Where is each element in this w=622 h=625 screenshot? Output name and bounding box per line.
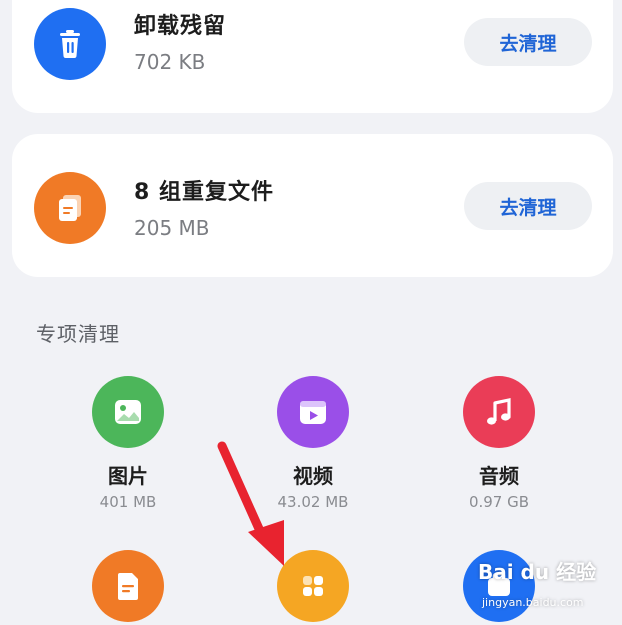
trash-icon xyxy=(34,8,106,80)
category-size: 0.97 GB xyxy=(468,493,530,511)
category-images[interactable]: 图片 401 MB xyxy=(43,376,213,511)
category-label: 音频 xyxy=(479,464,519,488)
category-size: 401 MB xyxy=(99,493,157,511)
watermark-logo: Bai du 经验 xyxy=(478,560,597,584)
video-icon xyxy=(277,376,349,448)
clean-button[interactable]: 去清理 xyxy=(464,18,592,66)
category-label: 图片 xyxy=(108,464,148,488)
section-title: 专项清理 xyxy=(36,322,120,346)
uninstall-residue-card: 卸载残留 702 KB 去清理 xyxy=(12,0,613,113)
duplicate-files-icon xyxy=(34,172,106,244)
category-audio[interactable]: 音频 0.97 GB xyxy=(414,376,584,511)
annotation-arrow-icon xyxy=(217,441,284,566)
image-icon xyxy=(92,376,164,448)
card-title: 8 组重复文件 xyxy=(134,180,274,205)
card-size: 205 MB xyxy=(134,216,210,240)
category-documents[interactable] xyxy=(43,550,213,622)
duplicate-files-card: 8 组重复文件 205 MB 去清理 xyxy=(12,134,613,277)
document-icon xyxy=(92,550,164,622)
card-size: 702 KB xyxy=(134,50,206,74)
watermark-url: jingyan.baidu.com xyxy=(482,596,584,609)
clean-button[interactable]: 去清理 xyxy=(464,182,592,230)
music-icon xyxy=(463,376,535,448)
card-title: 卸载残留 xyxy=(134,14,227,39)
